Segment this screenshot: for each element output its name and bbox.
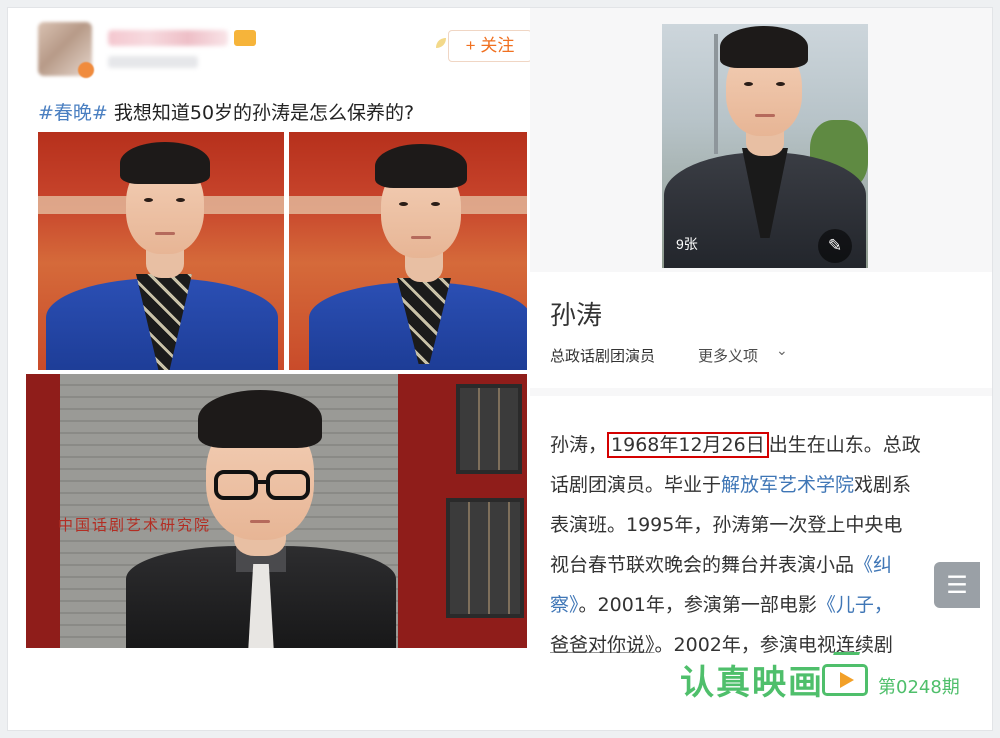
bio-text: 。2001年，参演第一部电影: [578, 594, 817, 616]
more-meanings-link[interactable]: 更多义项: [698, 345, 758, 366]
bio-line-3: 表演班。1995年，孙涛第一次登上中央电: [550, 514, 903, 536]
eye: [399, 202, 408, 206]
mouth: [155, 232, 175, 235]
bio-text: 视台春节联欢晚会的舞台并表演小品: [550, 554, 855, 576]
follow-button[interactable]: + 关注: [448, 30, 532, 62]
list-icon[interactable]: ☰: [934, 562, 980, 608]
bio-line-5: 察》。2001年，参演第一部电影《儿子，: [550, 585, 976, 625]
birth-date-highlight: 1968年12月26日: [607, 432, 769, 458]
post-photo-3[interactable]: 中国话剧艺术研究院: [26, 374, 527, 648]
post-photo-1[interactable]: [38, 132, 284, 370]
hair: [198, 390, 322, 448]
vip-badge-icon: [234, 30, 256, 46]
sketch-link[interactable]: 《纠: [854, 554, 892, 576]
post-photo-2[interactable]: [289, 132, 527, 370]
post-header: + 关注: [38, 22, 532, 84]
eye: [144, 198, 153, 202]
mouth: [250, 520, 270, 523]
eye: [431, 202, 440, 206]
mouth: [755, 114, 775, 117]
eye: [176, 198, 185, 202]
blurred-post-meta: [108, 56, 198, 68]
hair: [375, 144, 467, 188]
window: [446, 498, 524, 618]
bio-line-4: 视台春节联欢晚会的舞台并表演小品《纠: [550, 545, 976, 585]
film-link-end[interactable]: 爸爸对你说》: [550, 634, 655, 656]
post-body: 我想知道50岁的孙涛是怎么保养的?: [107, 102, 415, 124]
glasses-left-lens: [214, 470, 258, 500]
bio-text: 话剧团演员。毕业于: [550, 474, 722, 496]
eye: [776, 82, 785, 86]
person-name: 孙涛: [550, 301, 603, 331]
building-sign: 中国话剧艺术研究院: [58, 516, 212, 534]
photo-count: 9张: [676, 236, 698, 252]
mouth: [411, 236, 431, 239]
tv-antenna-icon: [829, 652, 861, 664]
pencil-icon[interactable]: ✎: [818, 229, 852, 263]
window: [456, 384, 522, 474]
eye: [744, 82, 753, 86]
hair: [120, 142, 210, 184]
verified-badge-icon: [78, 62, 94, 78]
chevron-down-icon[interactable]: ⌄: [776, 343, 788, 359]
issue-number: 第0248期: [878, 677, 960, 698]
person-role: 总政话剧团演员: [550, 347, 656, 365]
leaf-icon: [436, 38, 446, 48]
film-link[interactable]: 《儿子，: [817, 594, 893, 616]
hashtag-link[interactable]: #春晚#: [38, 102, 108, 124]
bio-line-2: 话剧团演员。毕业于解放军艺术学院戏剧系: [550, 465, 976, 505]
bio-text: 戏剧系: [854, 474, 912, 496]
glasses-right-lens: [266, 470, 310, 500]
blurred-username[interactable]: [108, 30, 228, 46]
sketch-link-end[interactable]: 察》: [550, 594, 579, 616]
lamp-pole: [714, 34, 718, 154]
biography: 孙涛， 1968年12月26日 出生在山东。总政 话剧团演员。毕业于解放军艺术学院戏…: [550, 425, 976, 665]
bio-text: 孙涛，: [550, 434, 608, 456]
glasses-bridge: [256, 480, 268, 484]
watermark-brand: 认真映画: [680, 663, 824, 703]
post-text: #春晚# 我想知道50岁的孙涛是怎么保养的?: [38, 100, 414, 126]
hair: [720, 26, 808, 68]
red-pillar: [26, 374, 60, 648]
bio-line-1: 孙涛， 1968年12月26日 出生在山东。总政: [550, 425, 976, 465]
bio-text: 出生在山东。总政: [768, 434, 921, 456]
school-link[interactable]: 解放军艺术学院: [721, 474, 854, 496]
